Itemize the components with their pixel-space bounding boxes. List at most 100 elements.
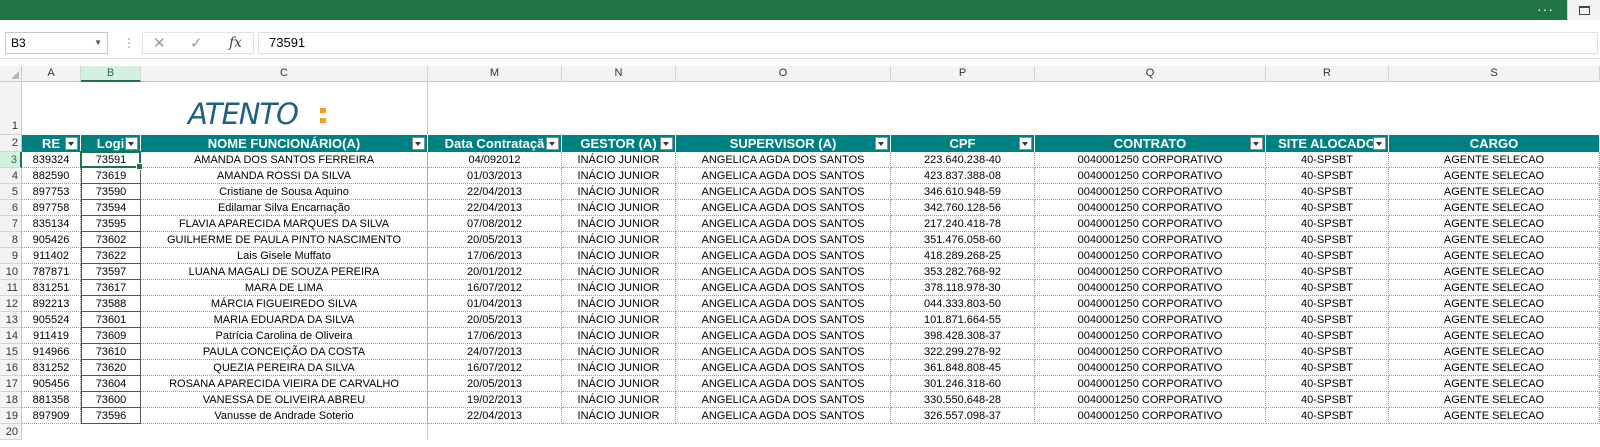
table-cell[interactable]: 73594	[81, 200, 141, 216]
column-header-p[interactable]: P	[891, 66, 1035, 82]
filter-dropdown-icon[interactable]	[875, 137, 888, 150]
table-cell[interactable]: Edilamar Silva Encarnação	[141, 200, 428, 216]
table-cell[interactable]: ANGELICA AGDA DOS SANTOS	[676, 408, 891, 424]
table-cell[interactable]: AGENTE SELECAO	[1389, 344, 1600, 360]
table-header-1[interactable]: Logi	[81, 135, 141, 152]
table-cell[interactable]: 20/05/2013	[428, 376, 562, 392]
table-cell[interactable]: 24/07/2013	[428, 344, 562, 360]
table-cell[interactable]: AGENTE SELECAO	[1389, 248, 1600, 264]
row-header-16[interactable]: 16	[0, 360, 22, 376]
filter-dropdown-icon[interactable]	[546, 137, 559, 150]
table-cell[interactable]: 40-SPSBT	[1266, 296, 1389, 312]
table-cell[interactable]: 911402	[22, 248, 81, 264]
row-header-14[interactable]: 14	[0, 328, 22, 344]
row-header-9[interactable]: 9	[0, 248, 22, 264]
table-cell[interactable]: 73601	[81, 312, 141, 328]
table-cell[interactable]: ANGELICA AGDA DOS SANTOS	[676, 392, 891, 408]
table-cell[interactable]: 07/08/2012	[428, 216, 562, 232]
table-cell[interactable]: 322.299.278-92	[891, 344, 1035, 360]
table-cell[interactable]: 40-SPSBT	[1266, 280, 1389, 296]
table-cell[interactable]: 398.428.308-37	[891, 328, 1035, 344]
table-cell[interactable]: AGENTE SELECAO	[1389, 408, 1600, 424]
table-cell[interactable]: 40-SPSBT	[1266, 328, 1389, 344]
table-cell[interactable]: ANGELICA AGDA DOS SANTOS	[676, 344, 891, 360]
table-cell[interactable]: ANGELICA AGDA DOS SANTOS	[676, 376, 891, 392]
worksheet-grid[interactable]: A B C M N O P Q R S 1 2 3 4 5 6 7 8 9 10 11 12 13 14 15 16 17 18 19 2…	[0, 66, 1600, 447]
table-cell[interactable]: 73609	[81, 328, 141, 344]
row-header-8[interactable]: 8	[0, 232, 22, 248]
table-header-4[interactable]: GESTOR (A)	[562, 135, 676, 152]
table-cell[interactable]: 40-SPSBT	[1266, 184, 1389, 200]
table-header-0[interactable]: RE	[22, 135, 81, 152]
row-header-18[interactable]: 18	[0, 392, 22, 408]
row-header-11[interactable]: 11	[0, 280, 22, 296]
row-header-7[interactable]: 7	[0, 216, 22, 232]
table-header-8[interactable]: SITE ALOCADO	[1266, 135, 1389, 152]
table-cell[interactable]: INÁCIO JUNIOR	[562, 264, 676, 280]
row-header-10[interactable]: 10	[0, 264, 22, 280]
table-cell[interactable]: Vanusse de Andrade Soterio	[141, 408, 428, 424]
table-cell[interactable]: 0040001250 CORPORATIVO	[1035, 168, 1266, 184]
table-cell[interactable]: 73622	[81, 248, 141, 264]
table-cell[interactable]: 351.476.058-60	[891, 232, 1035, 248]
table-cell[interactable]: MARIA EDUARDA DA SILVA	[141, 312, 428, 328]
table-cell[interactable]: 914966	[22, 344, 81, 360]
table-cell[interactable]: INÁCIO JUNIOR	[562, 280, 676, 296]
table-cell[interactable]: 0040001250 CORPORATIVO	[1035, 408, 1266, 424]
table-cell[interactable]: 378.118.978-30	[891, 280, 1035, 296]
table-cell[interactable]: 0040001250 CORPORATIVO	[1035, 392, 1266, 408]
table-cell[interactable]: AGENTE SELECAO	[1389, 376, 1600, 392]
table-cell[interactable]: 73617	[81, 280, 141, 296]
table-cell[interactable]: 73620	[81, 360, 141, 376]
row-header-13[interactable]: 13	[0, 312, 22, 328]
table-cell[interactable]: 418.289.268-25	[891, 248, 1035, 264]
table-cell[interactable]: INÁCIO JUNIOR	[562, 328, 676, 344]
row-header-1[interactable]: 1	[0, 82, 22, 135]
table-cell[interactable]: INÁCIO JUNIOR	[562, 392, 676, 408]
table-cell[interactable]: 897758	[22, 200, 81, 216]
filter-dropdown-icon[interactable]	[1250, 137, 1263, 150]
table-cell[interactable]: 01/03/2013	[428, 168, 562, 184]
table-cell[interactable]: 40-SPSBT	[1266, 312, 1389, 328]
table-cell[interactable]: 0040001250 CORPORATIVO	[1035, 200, 1266, 216]
table-cell[interactable]: 40-SPSBT	[1266, 200, 1389, 216]
table-cell[interactable]: 40-SPSBT	[1266, 248, 1389, 264]
table-cell[interactable]: 831251	[22, 280, 81, 296]
drag-handle-icon[interactable]: ⋮	[123, 36, 135, 50]
table-cell[interactable]: AGENTE SELECAO	[1389, 392, 1600, 408]
row-header-20[interactable]: 20	[0, 424, 22, 440]
column-header-q[interactable]: Q	[1035, 66, 1266, 82]
row-header-12[interactable]: 12	[0, 296, 22, 312]
select-all-button[interactable]	[0, 66, 22, 82]
table-cell[interactable]: ANGELICA AGDA DOS SANTOS	[676, 184, 891, 200]
row-header-4[interactable]: 4	[0, 168, 22, 184]
name-box[interactable]: B3 ▼	[5, 32, 108, 54]
fill-handle[interactable]	[136, 163, 143, 170]
table-cell[interactable]: INÁCIO JUNIOR	[562, 312, 676, 328]
table-cell[interactable]: 361.848.808-45	[891, 360, 1035, 376]
table-cell[interactable]: 905524	[22, 312, 81, 328]
column-header-s[interactable]: S	[1389, 66, 1600, 82]
table-cell[interactable]: ANGELICA AGDA DOS SANTOS	[676, 248, 891, 264]
table-cell[interactable]: 0040001250 CORPORATIVO	[1035, 152, 1266, 168]
table-cell[interactable]: 20/01/2012	[428, 264, 562, 280]
table-cell[interactable]: AGENTE SELECAO	[1389, 168, 1600, 184]
table-cell[interactable]: ANGELICA AGDA DOS SANTOS	[676, 168, 891, 184]
table-cell[interactable]: INÁCIO JUNIOR	[562, 152, 676, 168]
table-cell[interactable]: 0040001250 CORPORATIVO	[1035, 248, 1266, 264]
table-cell[interactable]: AGENTE SELECAO	[1389, 232, 1600, 248]
row-header-6[interactable]: 6	[0, 200, 22, 216]
column-header-n[interactable]: N	[562, 66, 676, 82]
table-cell[interactable]: 839324	[22, 152, 81, 168]
table-cell[interactable]: 16/07/2012	[428, 280, 562, 296]
table-cell[interactable]: Cristiane de Sousa Aquino	[141, 184, 428, 200]
table-header-6[interactable]: CPF	[891, 135, 1035, 152]
table-cell[interactable]: AGENTE SELECAO	[1389, 328, 1600, 344]
table-cell[interactable]: 73596	[81, 408, 141, 424]
table-cell[interactable]: 73602	[81, 232, 141, 248]
table-header-2[interactable]: NOME FUNCIONÁRIO(A)	[141, 135, 428, 152]
table-cell[interactable]: 330.550.648-28	[891, 392, 1035, 408]
table-cell[interactable]: INÁCIO JUNIOR	[562, 168, 676, 184]
formula-input[interactable]: 73591	[258, 32, 1598, 54]
table-cell[interactable]: 881358	[22, 392, 81, 408]
